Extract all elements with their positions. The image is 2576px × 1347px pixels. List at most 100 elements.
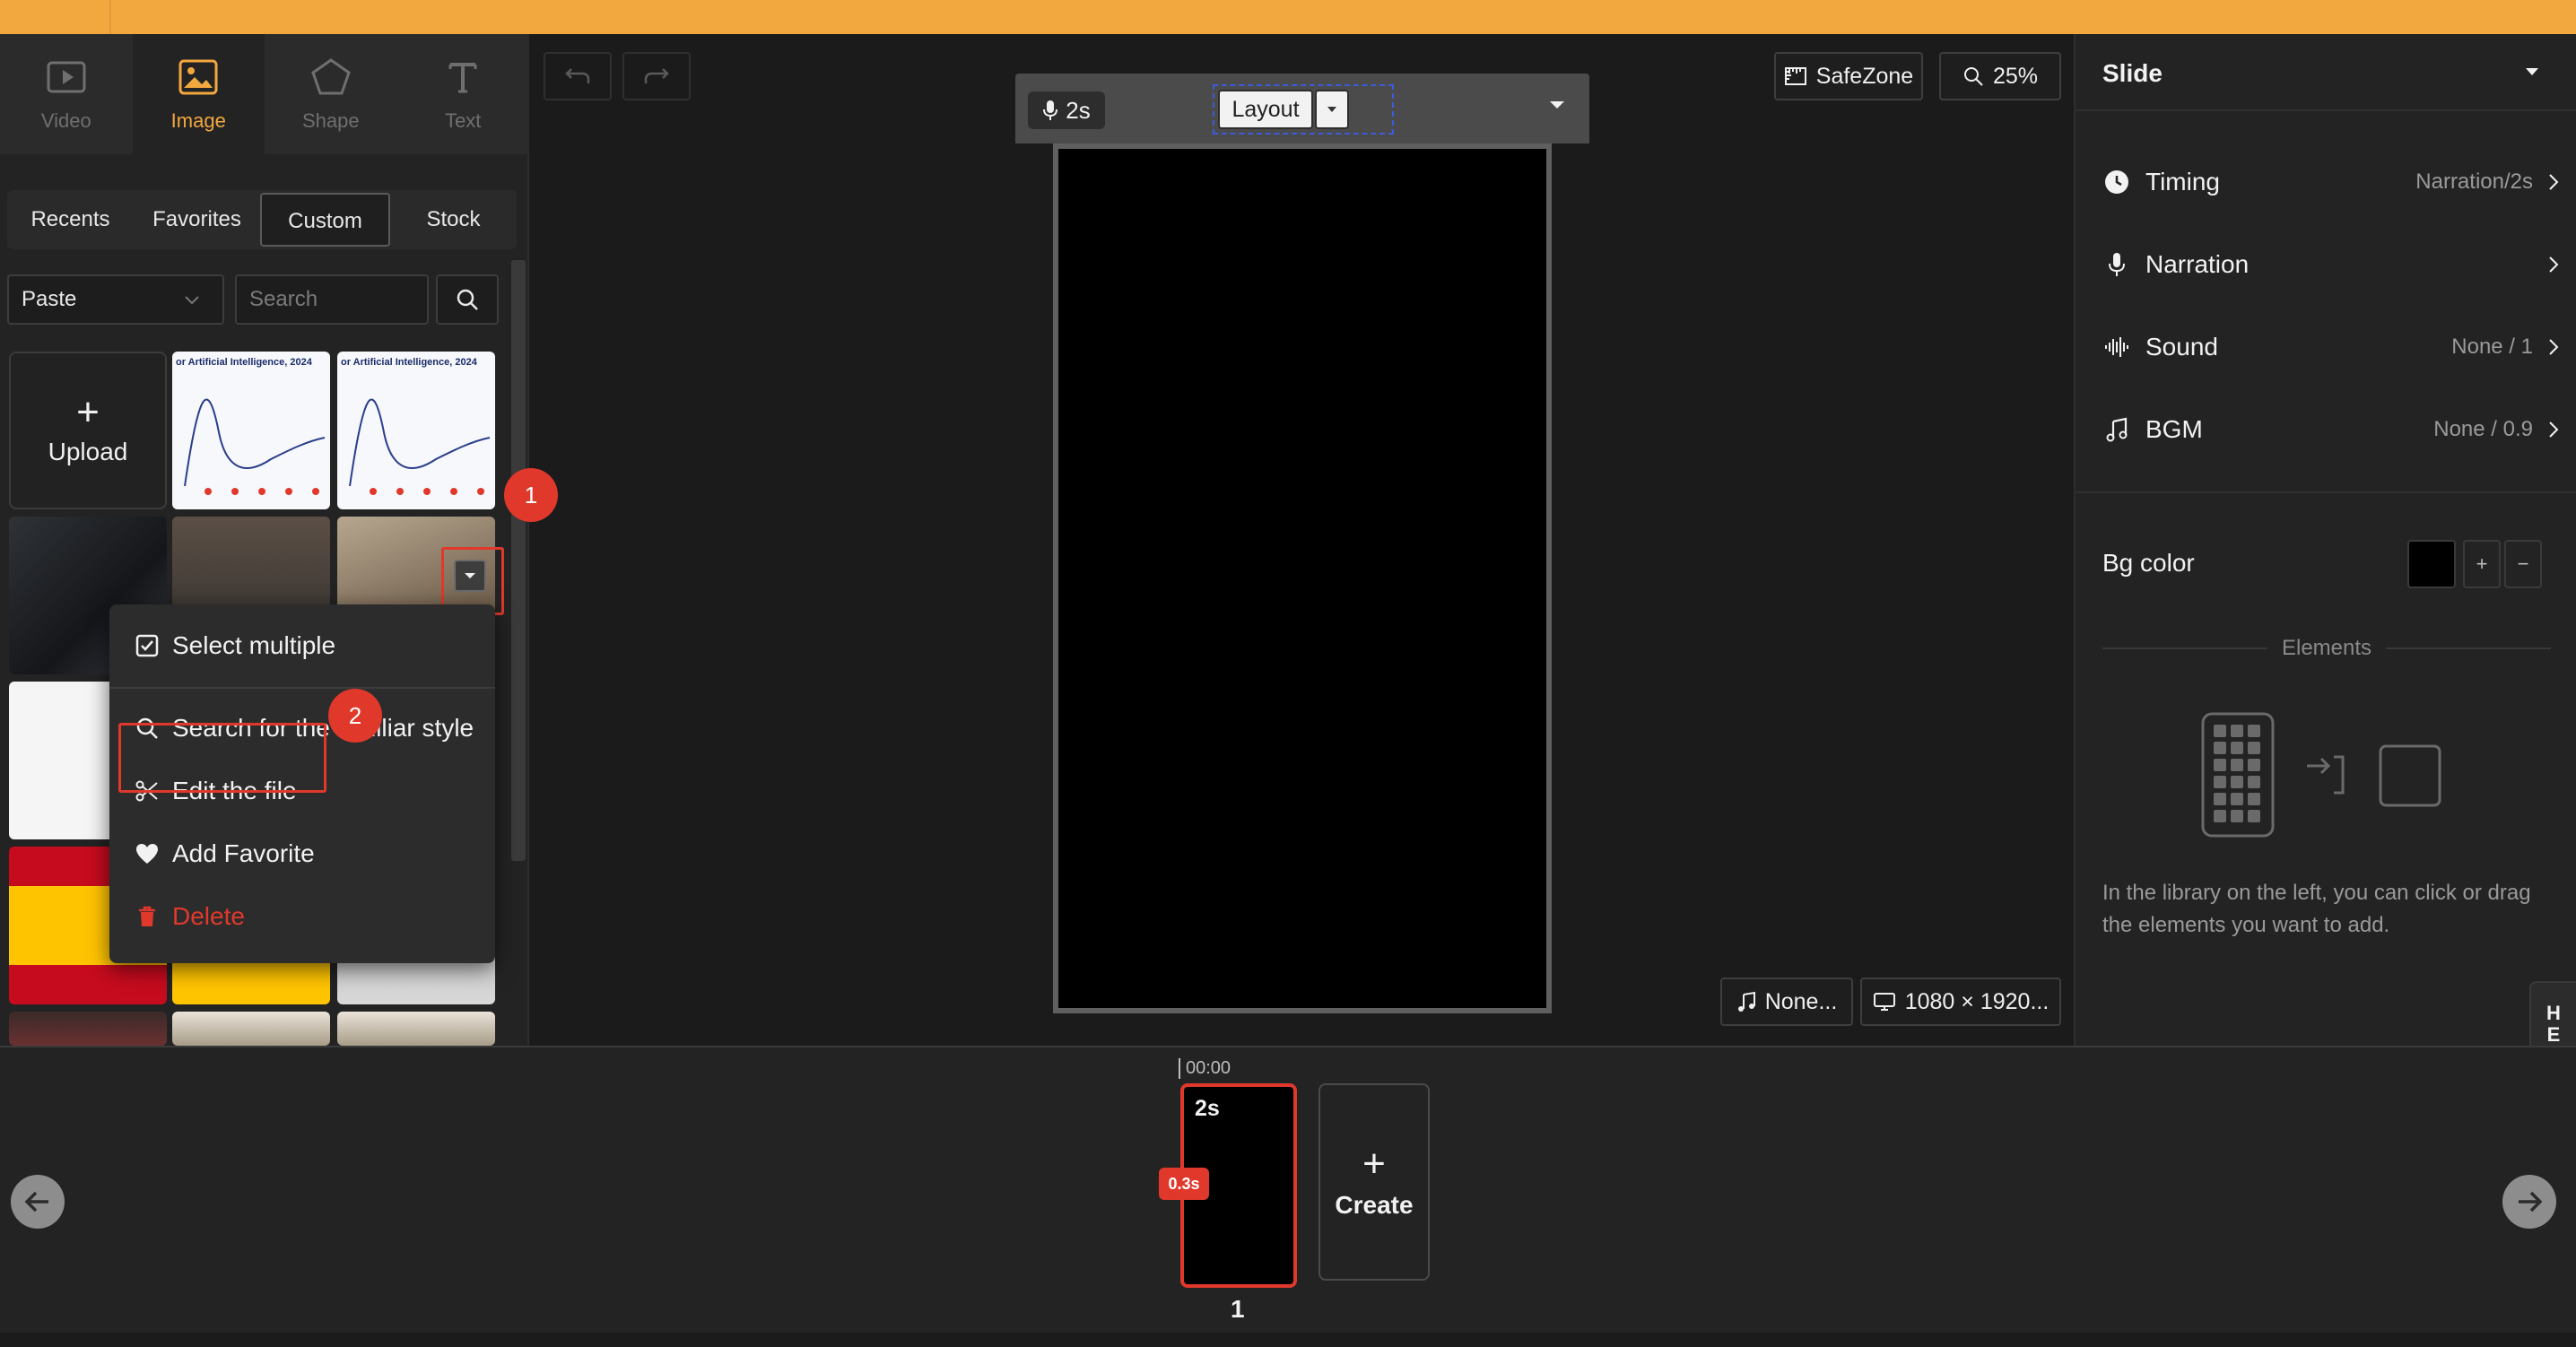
bgm-chip[interactable]: None... (1720, 978, 1853, 1026)
slide-number: 1 (1231, 1295, 1245, 1323)
left-library-panel: Video Image Shape Text Recents Favorites… (0, 34, 529, 1046)
magnifier-icon (1963, 67, 1983, 86)
bg-color-add-button[interactable]: + (2463, 540, 2501, 588)
hype-cycle-curve (349, 398, 491, 495)
video-icon (47, 61, 86, 93)
search-icon (457, 289, 478, 310)
zoom-button[interactable]: 25% (1939, 52, 2061, 100)
upload-label: Upload (48, 438, 128, 465)
library-sub-tabs: Recents Favorites Custom Stock (7, 190, 517, 249)
resolution-chip[interactable]: 1080 × 1920... (1860, 978, 2061, 1026)
thumbnail-caption: or Artificial Intelligence, 2024 (341, 357, 477, 368)
tab-label: Image (170, 109, 226, 132)
media-type-tabs: Video Image Shape Text (0, 34, 529, 154)
highlight-box (118, 723, 326, 793)
panel-title: Slide (2102, 59, 2163, 87)
step-badge-2: 2 (328, 689, 382, 743)
tab-video[interactable]: Video (0, 34, 133, 154)
bgm-value: None... (1764, 988, 1838, 1014)
layout-button[interactable]: Layout (1218, 90, 1313, 129)
redo-button[interactable] (622, 52, 691, 100)
timeline-footer (0, 1333, 2576, 1347)
timecode: 00:00 (1179, 1058, 1231, 1079)
library-scrollbar[interactable] (511, 260, 526, 861)
elements-section-header: Elements (2076, 635, 2576, 662)
menu-item-label: Add Favorite (172, 839, 315, 867)
bg-color-swatch[interactable] (2407, 540, 2456, 588)
upload-button[interactable]: + Upload (9, 352, 167, 509)
menu-item-add-favorite[interactable]: Add Favorite (135, 836, 315, 872)
menu-item-select-multiple[interactable]: Select multiple (135, 628, 335, 664)
caret-down-icon[interactable] (2524, 66, 2540, 77)
search-button[interactable] (436, 274, 499, 325)
plus-icon: + (1362, 1142, 1386, 1186)
bg-color-remove-button[interactable]: − (2504, 540, 2542, 588)
panel-header: Slide (2076, 34, 2576, 111)
soundwave-icon (2105, 337, 2128, 357)
tab-label: Text (445, 109, 482, 132)
row-label: Timing (2145, 168, 2220, 196)
image-thumbnail[interactable] (9, 1012, 167, 1046)
undo-icon (565, 68, 590, 83)
chevron-right-icon (2549, 339, 2559, 355)
checkbox-icon (135, 634, 159, 657)
zoom-value: 25% (1992, 63, 2039, 89)
create-label: Create (1335, 1191, 1414, 1219)
tab-stock[interactable]: Stock (390, 193, 517, 247)
tab-favorites[interactable]: Favorites (134, 193, 260, 247)
slide-toolbar: 2s Layout (1015, 74, 1589, 143)
menu-item-label: Delete (172, 902, 245, 930)
image-thumbnail[interactable] (172, 1012, 330, 1046)
row-label: Narration (2145, 250, 2250, 278)
tab-image[interactable]: Image (132, 34, 265, 154)
menu-item-delete[interactable]: Delete (135, 899, 245, 934)
image-thumbnail[interactable] (337, 1012, 495, 1046)
source-select[interactable]: Paste (7, 274, 224, 325)
safezone-button[interactable]: SafeZone (1774, 52, 1923, 100)
narration-duration-chip[interactable]: 2s (1028, 91, 1105, 129)
tab-custom[interactable]: Custom (260, 193, 390, 247)
arrow-left-icon (24, 1191, 48, 1212)
tab-label: Video (40, 109, 91, 132)
hype-cycle-curve (184, 398, 326, 495)
tab-text[interactable]: Text (397, 34, 530, 154)
step-badge-1: 1 (504, 468, 558, 522)
sound-row[interactable]: Sound None / 1 (2102, 325, 2560, 369)
plus-icon: + (76, 390, 100, 434)
slide-duration: 2s (1195, 1096, 1220, 1121)
image-icon (178, 59, 218, 95)
tab-shape[interactable]: Shape (265, 34, 397, 154)
search-input[interactable] (235, 274, 429, 325)
help-letter: E (2546, 1023, 2561, 1046)
layout-dropdown-button[interactable] (1315, 90, 1349, 129)
narration-row[interactable]: Narration (2102, 242, 2560, 287)
next-button[interactable] (2502, 1175, 2556, 1229)
music-note-icon (2106, 417, 2128, 442)
thumbnail-caption: or Artificial Intelligence, 2024 (176, 357, 312, 368)
redo-icon (644, 68, 669, 83)
timing-row[interactable]: Timing Narration/2s (2102, 160, 2560, 204)
pentagon-icon (310, 58, 351, 95)
section-divider (2076, 491, 2576, 493)
bgm-row[interactable]: BGM None / 0.9 (2102, 407, 2560, 452)
tab-recents[interactable]: Recents (7, 193, 134, 247)
chevron-down-icon (185, 296, 199, 305)
text-icon (448, 63, 477, 93)
undo-button[interactable] (544, 52, 612, 100)
row-label: Sound (2145, 333, 2218, 361)
tab-label: Shape (301, 109, 360, 132)
elements-illustration (2201, 712, 2441, 838)
create-slide-button[interactable]: + Create (1318, 1083, 1430, 1281)
chevron-right-icon (2549, 421, 2559, 438)
caret-down-icon[interactable] (1548, 99, 1566, 111)
elements-hint-text: In the library on the left, you can clic… (2102, 881, 2531, 937)
image-thumbnail[interactable]: or Artificial Intelligence, 2024 (172, 352, 330, 509)
trash-icon (139, 906, 155, 926)
narration-duration-value: 2s (1066, 96, 1091, 124)
chevron-right-icon (2549, 174, 2559, 190)
row-value: None / 1 (2451, 335, 2533, 359)
slide-canvas[interactable] (1053, 143, 1552, 1013)
image-thumbnail[interactable]: or Artificial Intelligence, 2024 (337, 352, 495, 509)
previous-button[interactable] (11, 1175, 65, 1229)
row-value: None / 0.9 (2433, 417, 2533, 441)
